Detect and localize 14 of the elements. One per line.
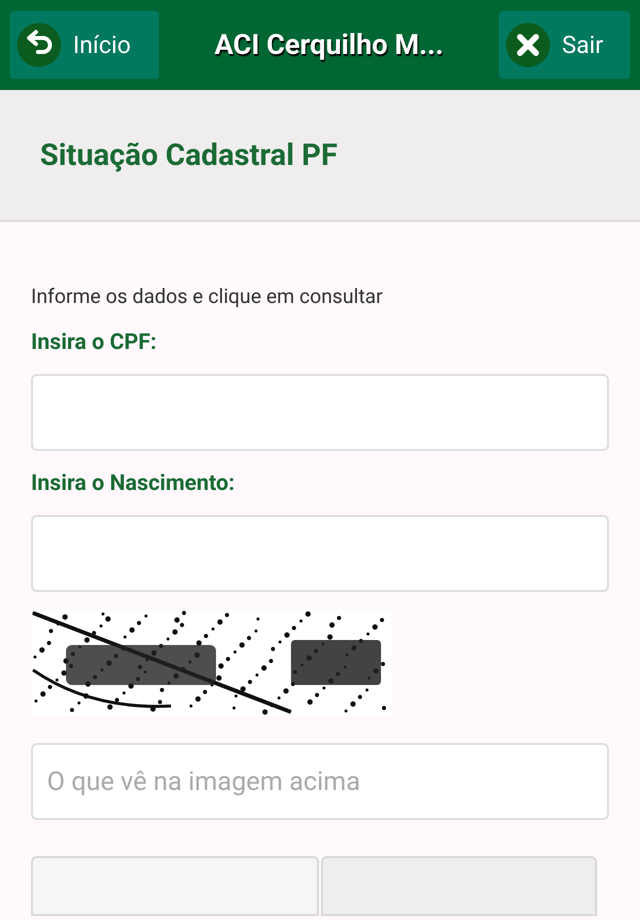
input-field[interactable]	[31, 374, 609, 451]
exit-button[interactable]: Sair	[499, 11, 630, 79]
close-icon	[506, 23, 550, 67]
back-icon	[17, 23, 61, 67]
page-title: Situação Cadastral PF	[40, 136, 338, 174]
field-label: Insira o Nascimento:	[31, 470, 236, 498]
button[interactable]	[321, 856, 597, 916]
app-title: ACI Cerquilho M...	[214, 27, 444, 63]
back-button[interactable]: Início	[10, 11, 159, 79]
field-label: Insira o CPF:	[31, 329, 158, 357]
intro-text: Informe os dados e clique em consultar	[31, 283, 384, 310]
input-field[interactable]	[31, 515, 609, 592]
button[interactable]	[31, 856, 319, 916]
input-field[interactable]: O que vê na imagem acima	[31, 743, 609, 820]
